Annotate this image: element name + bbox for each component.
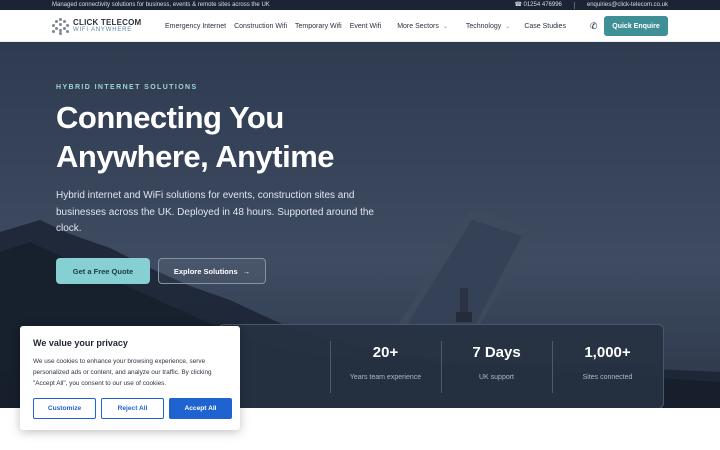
logo-tagline: WIFI ANYWHERE	[73, 27, 133, 33]
get-free-quote-button[interactable]: Get a Free Quote	[56, 258, 150, 284]
stats-card: 20+ Years team experience 7 Days UK supp…	[218, 324, 664, 408]
site-header: CLICK TELECOM WIFI ANYWHERE Emergency In…	[0, 10, 720, 42]
nav-event-wifi[interactable]: Event Wifi	[350, 23, 382, 30]
nav-more-sectors-label: More Sectors	[397, 22, 439, 30]
arrow-right-icon: →	[242, 266, 251, 276]
stat-label: UK support	[478, 374, 515, 381]
logo[interactable]: CLICK TELECOM WIFI ANYWHERE	[52, 15, 141, 37]
phone-number: 01254 476996	[523, 2, 562, 8]
email-link[interactable]: enquiries@click-telecom.co.uk	[587, 2, 668, 8]
phone-link[interactable]: ☎ 01254 476996	[515, 2, 562, 8]
stat-value: 20+	[372, 344, 399, 361]
nav-temporary-wifi[interactable]: Temporary Wifi	[295, 23, 342, 30]
stat-item: 7 Days UK support	[441, 325, 552, 408]
nav-technology[interactable]: Technology ⌄	[466, 23, 510, 30]
top-info-bar: Managed connectivity solutions for busin…	[0, 0, 720, 10]
main-nav: Emergency Internet Construction Wifi Tem…	[165, 10, 574, 42]
stat-value: 7 Days	[472, 344, 521, 361]
nav-more-sectors[interactable]: More Sectors ⌄	[397, 23, 448, 30]
nav-construction-wifi[interactable]: Construction Wifi	[234, 23, 287, 30]
nav-emergency-internet[interactable]: Emergency Internet	[165, 23, 226, 30]
logo-mark-icon	[52, 17, 69, 35]
hero-eyebrow: HYBRID INTERNET SOLUTIONS	[56, 84, 198, 91]
cookie-body: We use cookies to enhance your browsing …	[33, 358, 212, 387]
phone-icon[interactable]: ✆	[590, 21, 598, 32]
stat-label: Sites connected	[582, 374, 633, 381]
reject-all-button[interactable]: Reject All	[101, 398, 164, 419]
phone-icon: ☎	[514, 2, 522, 8]
explore-solutions-button[interactable]: Explore Solutions →	[158, 258, 266, 284]
customize-button[interactable]: Customize	[33, 398, 96, 419]
explore-solutions-label: Explore Solutions	[173, 266, 238, 276]
divider	[573, 1, 575, 9]
cookie-buttons: Customize Reject All Accept All	[33, 398, 232, 419]
contact-links: ☎ 01254 476996 enquiries@click-telecom.co…	[515, 1, 668, 9]
stat-item: 20+ Years team experience	[330, 325, 441, 408]
nav-case-studies[interactable]: Case Studies	[524, 23, 566, 30]
cookie-title: We value your privacy	[33, 338, 128, 348]
chevron-down-icon: ⌄	[442, 23, 448, 30]
logo-name: CLICK TELECOM	[73, 18, 142, 27]
stat-value: 1,000+	[584, 344, 631, 361]
stat-label: Years team experience	[349, 374, 422, 381]
hero-headline: Connecting You Anywhere, Anytime	[56, 100, 335, 174]
stat-item: 1,000+ Sites connected	[552, 325, 663, 408]
cookie-consent-banner: We value your privacy We use cookies to …	[20, 326, 240, 430]
accept-all-button[interactable]: Accept All	[169, 398, 232, 419]
quick-enquire-button[interactable]: Quick Enquire	[604, 16, 668, 36]
tagline: Managed connectivity solutions for busin…	[52, 2, 270, 8]
chevron-down-icon: ⌄	[505, 23, 511, 30]
hero-subtext: Hybrid internet and WiFi solutions for e…	[56, 190, 374, 234]
nav-technology-label: Technology	[465, 22, 502, 30]
